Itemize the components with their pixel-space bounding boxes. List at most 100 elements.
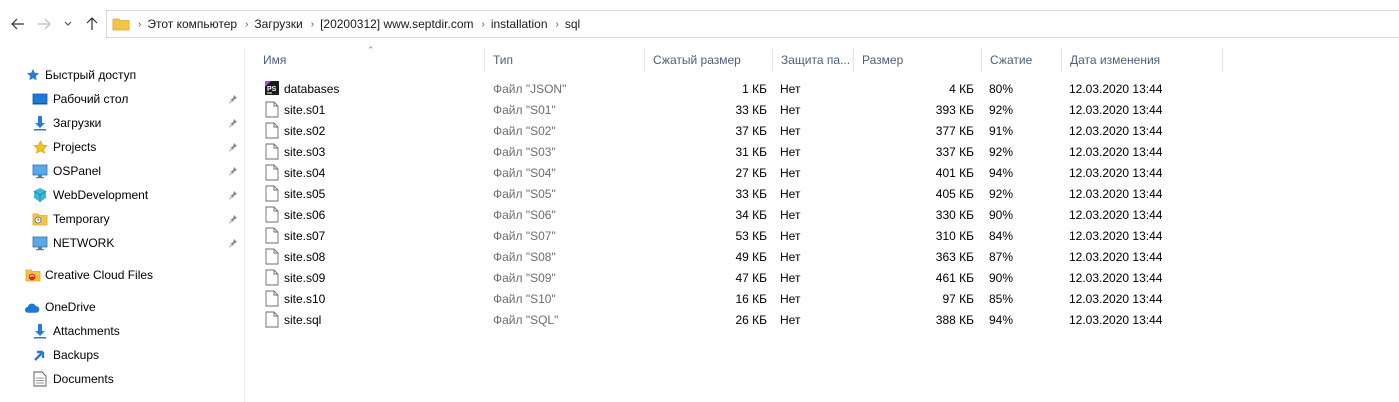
- file-date-modified: 12.03.2020 13:44: [1069, 312, 1163, 327]
- file-date-modified: 12.03.2020 13:44: [1069, 186, 1163, 201]
- column-header-size[interactable]: Размер: [854, 48, 982, 72]
- table-row[interactable]: site.s06 Файл "S06" 34 КБ Нет 330 КБ 90%…: [255, 204, 1223, 225]
- pin-icon[interactable]: [228, 214, 238, 224]
- pin-icon[interactable]: [228, 166, 238, 176]
- up-button[interactable]: [82, 14, 102, 34]
- file-name: site.s07: [284, 228, 326, 243]
- file-name: site.s05: [284, 186, 326, 201]
- sidebar-item-ospanel[interactable]: OSPanel: [0, 159, 244, 183]
- file-name: site.s08: [284, 249, 326, 264]
- sidebar-item-quick-access[interactable]: Быстрый доступ: [0, 63, 244, 87]
- sidebar-item-label: Documents: [53, 372, 114, 386]
- table-row[interactable]: site.s09 Файл "S09" 47 КБ Нет 461 КБ 90%…: [255, 267, 1223, 288]
- chevron-right-icon[interactable]: ›: [245, 19, 248, 30]
- monitor-icon: [32, 235, 48, 251]
- table-row[interactable]: site.s04 Файл "S04" 27 КБ Нет 401 КБ 94%…: [255, 162, 1223, 183]
- file-compressed-size: 1 КБ: [742, 81, 767, 96]
- table-row[interactable]: site.s10 Файл "S10" 16 КБ Нет 97 КБ 85% …: [255, 288, 1223, 309]
- file-ratio: 92%: [989, 102, 1014, 117]
- file-ratio: 94%: [989, 312, 1014, 327]
- sidebar-item-projects[interactable]: Projects: [0, 135, 244, 159]
- column-header-compressed-size[interactable]: Сжатый размер: [645, 48, 773, 72]
- forward-button[interactable]: [34, 14, 54, 34]
- file-type: Файл "S08": [493, 249, 556, 264]
- file-name: databases: [284, 81, 340, 96]
- file-size: 363 КБ: [935, 249, 974, 264]
- pin-icon[interactable]: [228, 94, 238, 104]
- back-button[interactable]: [8, 14, 28, 34]
- table-row[interactable]: PS databases Файл "JSON" 1 КБ Нет 4 КБ 8…: [255, 78, 1223, 99]
- file-compressed-size: 16 КБ: [735, 291, 767, 306]
- file-name: site.s01: [284, 102, 326, 117]
- chevron-right-icon[interactable]: ›: [556, 19, 559, 30]
- chevron-right-icon[interactable]: ›: [311, 19, 314, 30]
- file-ratio: 80%: [989, 81, 1014, 96]
- sidebar-item-label: NETWORK: [53, 236, 115, 250]
- pin-icon[interactable]: [228, 142, 238, 152]
- file-icon: [265, 227, 279, 244]
- file-size: 461 КБ: [935, 270, 974, 285]
- file-ratio: 87%: [989, 249, 1014, 264]
- file-compressed-size: 33 КБ: [735, 102, 767, 117]
- file-size: 330 КБ: [935, 207, 974, 222]
- navigation-bar: › Этот компьютер › Загрузки › [20200312]…: [0, 0, 1399, 48]
- file-ratio: 91%: [989, 123, 1014, 138]
- file-date-modified: 12.03.2020 13:44: [1069, 81, 1163, 96]
- breadcrumb-installation[interactable]: installation: [491, 17, 548, 31]
- sidebar-item-downloads[interactable]: Загрузки: [0, 111, 244, 135]
- table-row[interactable]: site.s05 Файл "S05" 33 КБ Нет 405 КБ 92%…: [255, 183, 1223, 204]
- table-row[interactable]: site.s01 Файл "S01" 33 КБ Нет 393 КБ 92%…: [255, 99, 1223, 120]
- table-row[interactable]: site.s02 Файл "S02" 37 КБ Нет 377 КБ 91%…: [255, 120, 1223, 141]
- file-compressed-size: 34 КБ: [735, 207, 767, 222]
- folder-icon: [112, 18, 130, 31]
- star-blue-icon: [25, 67, 41, 83]
- creative-cloud-icon: [25, 267, 41, 283]
- chevron-right-icon[interactable]: ›: [481, 19, 484, 30]
- sidebar-item-network[interactable]: NETWORK: [0, 231, 244, 255]
- table-row[interactable]: site.s07 Файл "S07" 53 КБ Нет 310 КБ 84%…: [255, 225, 1223, 246]
- recent-locations-button[interactable]: [58, 14, 78, 34]
- file-icon: [265, 248, 279, 265]
- table-row[interactable]: site.sql Файл "SQL" 26 КБ Нет 388 КБ 94%…: [255, 309, 1223, 330]
- address-bar[interactable]: › Этот компьютер › Загрузки › [20200312]…: [106, 10, 1399, 38]
- column-header-date-modified[interactable]: Дата изменения: [1062, 48, 1223, 72]
- sidebar-item-creative-cloud[interactable]: Creative Cloud Files: [0, 263, 244, 287]
- column-headers: ⌃ Имя Тип Сжатый размер Защита па... Раз…: [255, 45, 1223, 72]
- sidebar-item-documents[interactable]: Documents: [0, 367, 244, 391]
- pin-icon[interactable]: [228, 190, 238, 200]
- file-size: 337 КБ: [935, 144, 974, 159]
- file-name: site.s04: [284, 165, 326, 180]
- chevron-right-icon[interactable]: ›: [138, 19, 141, 30]
- table-row[interactable]: site.s08 Файл "S08" 49 КБ Нет 363 КБ 87%…: [255, 246, 1223, 267]
- sidebar-item-desktop[interactable]: Рабочий стол: [0, 87, 244, 111]
- sidebar-item-label: Backups: [53, 348, 100, 362]
- file-compressed-size: 47 КБ: [735, 270, 767, 285]
- file-protected: Нет: [780, 312, 801, 327]
- column-header-type[interactable]: Тип: [485, 48, 645, 72]
- breadcrumb-archive[interactable]: [20200312] www.septdir.com: [320, 17, 473, 31]
- file-type: Файл "S03": [493, 144, 556, 159]
- sidebar-item-onedrive[interactable]: OneDrive: [0, 295, 244, 319]
- file-type: Файл "S07": [493, 228, 556, 243]
- file-ratio: 94%: [989, 165, 1014, 180]
- breadcrumb-this-pc[interactable]: Этот компьютер: [147, 17, 237, 31]
- file-size: 393 КБ: [935, 102, 974, 117]
- breadcrumb-downloads[interactable]: Загрузки: [254, 17, 302, 31]
- pin-icon[interactable]: [228, 118, 238, 128]
- table-row[interactable]: site.s03 Файл "S03" 31 КБ Нет 337 КБ 92%…: [255, 141, 1223, 162]
- column-header-ratio[interactable]: Сжатие: [982, 48, 1062, 72]
- column-header-name[interactable]: Имя: [255, 48, 485, 72]
- file-type: Файл "S02": [493, 123, 556, 138]
- phpstorm-icon: PS: [265, 81, 279, 95]
- sidebar-item-webdevelopment[interactable]: WebDevelopment: [0, 183, 244, 207]
- file-date-modified: 12.03.2020 13:44: [1069, 102, 1163, 117]
- sidebar-item-attachments[interactable]: Attachments: [0, 319, 244, 343]
- sidebar-item-backups[interactable]: Backups: [0, 343, 244, 367]
- breadcrumb-sql[interactable]: sql: [565, 17, 580, 31]
- sidebar-item-label: Creative Cloud Files: [45, 268, 154, 282]
- file-name: site.s09: [284, 270, 326, 285]
- column-header-password-protected[interactable]: Защита па...: [773, 48, 854, 72]
- pin-icon[interactable]: [228, 238, 238, 248]
- file-icon: [265, 311, 279, 328]
- sidebar-item-temporary[interactable]: Temporary: [0, 207, 244, 231]
